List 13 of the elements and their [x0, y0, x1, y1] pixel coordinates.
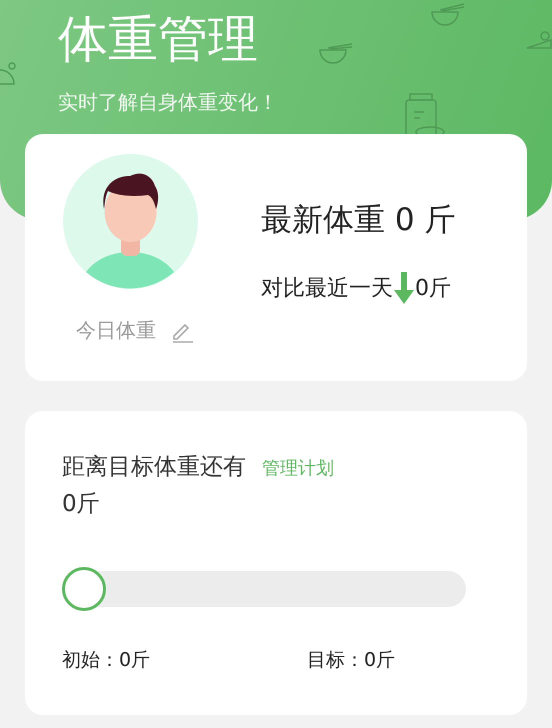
- compare-label: 对比最近一天: [261, 275, 393, 303]
- page-title: 体重管理: [58, 9, 258, 70]
- manage-plan-link[interactable]: 管理计划: [262, 456, 334, 480]
- goal-title: 距离目标体重还有: [62, 453, 246, 482]
- progress-thumb[interactable]: [62, 567, 106, 611]
- page-subtitle: 实时了解自身体重变化！: [58, 89, 278, 116]
- bowl-icon: [430, 2, 466, 28]
- target-weight: 目标：0斤: [307, 648, 396, 673]
- today-weight-label: 今日体重: [76, 317, 156, 344]
- latest-weight: 最新体重 0 斤: [261, 201, 456, 240]
- remaining-weight: 0斤: [62, 490, 101, 519]
- compare-value: 0斤: [415, 275, 451, 303]
- start-weight: 初始：0斤: [62, 648, 152, 673]
